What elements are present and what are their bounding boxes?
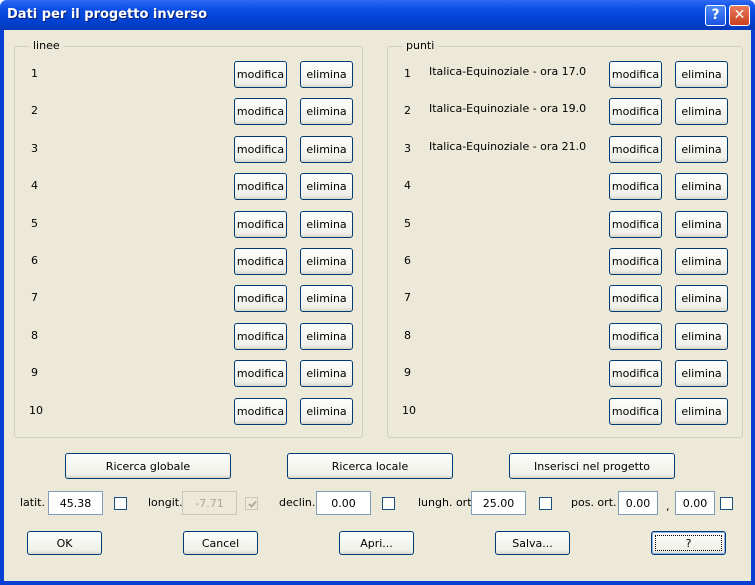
point-row-number: 6 [404, 254, 411, 267]
line-row-number: 10 [29, 403, 43, 417]
dialog-window: Dati per il progetto inverso ? ✕ linee 1… [0, 0, 755, 585]
line-delete-button[interactable]: elimina [300, 210, 353, 238]
global-search-button[interactable]: Ricerca globale [65, 453, 231, 479]
ok-button[interactable]: OK [27, 531, 102, 555]
line-modify-button[interactable]: modifica [234, 98, 287, 126]
longitude-input [182, 491, 237, 515]
point-row-number: 4 [404, 179, 411, 193]
point-modify-button[interactable]: modifica [609, 397, 662, 425]
point-row-number: 5 [404, 216, 411, 230]
point-row-name: Italica-Equinoziale - ora 21.0 [429, 139, 587, 153]
point-modify-button[interactable]: modifica [609, 173, 662, 201]
point-delete-button[interactable]: elimina [675, 322, 728, 350]
help-button[interactable]: ? [651, 531, 726, 555]
line-modify-button[interactable]: modifica [234, 322, 287, 350]
line-delete-button[interactable]: elimina [300, 135, 353, 163]
point-delete-button[interactable]: elimina [675, 210, 728, 238]
point-delete-button[interactable]: elimina [675, 285, 728, 313]
gnomon-pos-x-input[interactable] [618, 491, 658, 515]
lines-group: linee 1 modifica elimina 2 modifica elimina 3 m… [14, 39, 363, 438]
dialog-client-area: linee 1 modifica elimina 2 modifica elimina 3 m… [4, 30, 751, 581]
point-row-number: 3 [404, 141, 411, 155]
point-delete-button[interactable]: elimina [675, 397, 728, 425]
cancel-button[interactable]: Cancel [183, 531, 258, 555]
line-row-number: 7 [31, 291, 38, 305]
line-row-number: 8 [31, 328, 38, 342]
line-delete-button[interactable]: elimina [300, 248, 353, 275]
line-modify-button[interactable]: modifica [234, 285, 287, 313]
line-row-number: 4 [31, 179, 38, 193]
save-button[interactable]: Salva... [495, 531, 570, 555]
gnomon-position-checkbox[interactable] [720, 497, 733, 510]
point-row-number: 2 [404, 104, 411, 118]
point-row-number: 8 [404, 328, 411, 342]
help-title-button[interactable]: ? [705, 5, 726, 26]
line-delete-button[interactable]: elimina [300, 397, 353, 425]
line-modify-button[interactable]: modifica [234, 135, 287, 163]
gnomon-length-label: lungh. ort. [418, 496, 476, 509]
line-modify-button[interactable]: modifica [234, 61, 287, 88]
gnomon-length-input[interactable] [471, 491, 526, 515]
line-delete-button[interactable]: elimina [300, 285, 353, 313]
points-group-legend: punti [402, 39, 439, 52]
line-modify-button[interactable]: modifica [234, 360, 287, 388]
local-search-button[interactable]: Ricerca locale [287, 453, 453, 479]
longitude-checkbox [245, 497, 258, 510]
point-delete-button[interactable]: elimina [675, 61, 728, 88]
line-delete-button[interactable]: elimina [300, 98, 353, 126]
latitude-label: latit. [20, 496, 45, 509]
point-delete-button[interactable]: elimina [675, 98, 728, 126]
lines-group-legend: linee [29, 39, 64, 52]
position-separator: , [666, 500, 670, 513]
gnomon-length-checkbox[interactable] [539, 497, 552, 510]
point-modify-button[interactable]: modifica [609, 98, 662, 126]
line-modify-button[interactable]: modifica [234, 173, 287, 201]
point-delete-button[interactable]: elimina [675, 248, 728, 275]
window-title: Dati per il progetto inverso [7, 7, 207, 22]
point-modify-button[interactable]: modifica [609, 61, 662, 88]
line-delete-button[interactable]: elimina [300, 61, 353, 88]
gnomon-pos-y-input[interactable] [675, 491, 715, 515]
point-row-name: Italica-Equinoziale - ora 19.0 [429, 102, 587, 116]
line-row-number: 3 [31, 141, 38, 155]
line-row-number: 2 [31, 104, 38, 118]
point-row-name: Italica-Equinoziale - ora 17.0 [429, 65, 587, 78]
point-modify-button[interactable]: modifica [609, 285, 662, 313]
point-delete-button[interactable]: elimina [675, 360, 728, 388]
point-modify-button[interactable]: modifica [609, 210, 662, 238]
point-row-number: 7 [404, 291, 411, 305]
line-delete-button[interactable]: elimina [300, 322, 353, 350]
checkmark-icon [248, 500, 257, 508]
point-modify-button[interactable]: modifica [609, 248, 662, 275]
insert-into-project-button[interactable]: Inserisci nel progetto [509, 453, 675, 479]
gnomon-position-label: pos. ort. [571, 496, 617, 509]
latitude-checkbox[interactable] [114, 497, 127, 510]
point-modify-button[interactable]: modifica [609, 360, 662, 388]
point-row-number: 1 [404, 67, 411, 80]
close-button[interactable]: ✕ [729, 5, 750, 26]
points-group: punti 1 Italica-Equinoziale - ora 17.0 mod… [387, 39, 743, 438]
open-button[interactable]: Apri... [339, 531, 414, 555]
point-delete-button[interactable]: elimina [675, 135, 728, 163]
line-row-number: 5 [31, 216, 38, 230]
point-row-number: 10 [402, 403, 416, 417]
line-modify-button[interactable]: modifica [234, 248, 287, 275]
line-row-number: 1 [31, 67, 38, 80]
line-row-number: 6 [31, 254, 38, 267]
line-modify-button[interactable]: modifica [234, 397, 287, 425]
latitude-input[interactable] [48, 491, 103, 515]
line-row-number: 9 [31, 366, 38, 380]
longitude-label: longit. [148, 496, 183, 509]
title-bar[interactable]: Dati per il progetto inverso ? ✕ [0, 0, 755, 30]
declination-label: declin. [279, 496, 316, 509]
point-delete-button[interactable]: elimina [675, 173, 728, 201]
line-delete-button[interactable]: elimina [300, 360, 353, 388]
point-row-number: 9 [404, 366, 411, 380]
point-modify-button[interactable]: modifica [609, 322, 662, 350]
declination-input[interactable] [316, 491, 371, 515]
point-modify-button[interactable]: modifica [609, 135, 662, 163]
line-delete-button[interactable]: elimina [300, 173, 353, 201]
declination-checkbox[interactable] [382, 497, 395, 510]
line-modify-button[interactable]: modifica [234, 210, 287, 238]
